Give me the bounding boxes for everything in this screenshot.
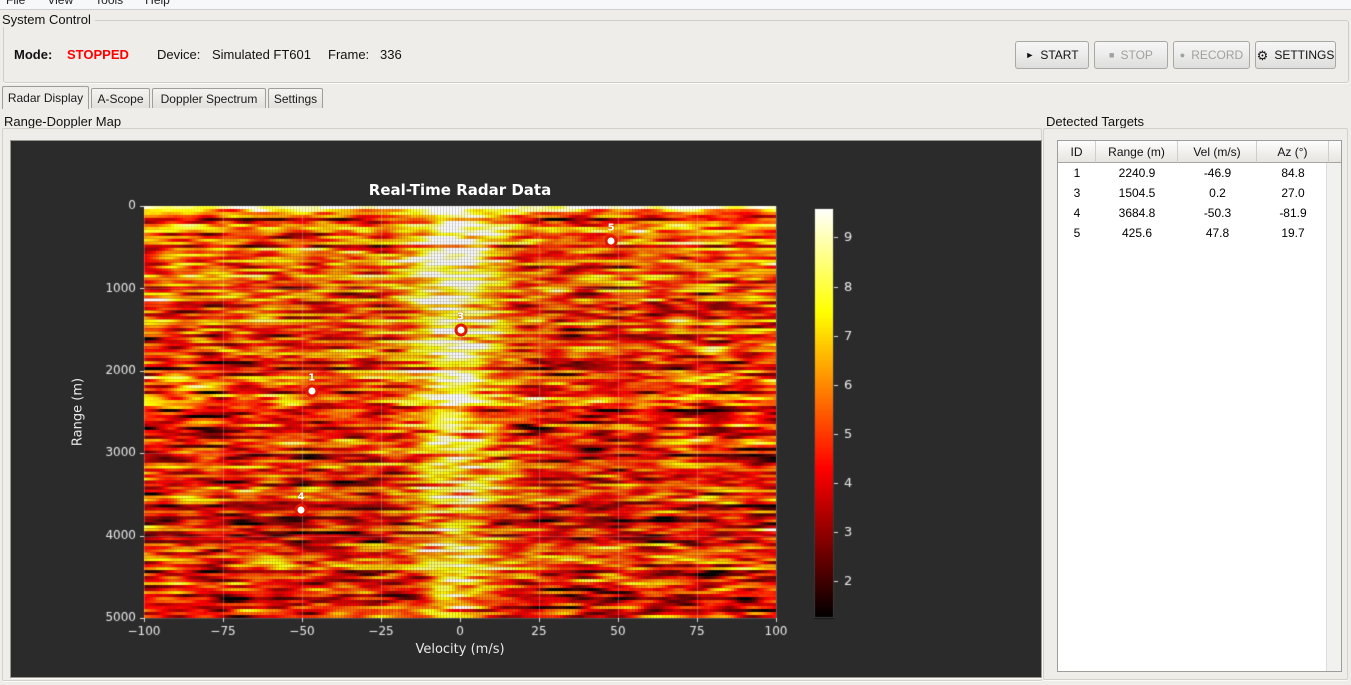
tab-doppler-spectrum[interactable]: Doppler Spectrum (152, 88, 266, 108)
plot-title: Real-Time Radar Data (368, 181, 552, 199)
table-cell[interactable]: 1504.5 (1096, 183, 1178, 203)
record-button[interactable]: ● RECORD (1173, 41, 1250, 69)
table-cell[interactable]: -50.3 (1178, 203, 1257, 223)
plot-y-axis-label: Range (m) (70, 377, 86, 447)
table-row[interactable]: 5 425.6 47.8 19.7 (1058, 223, 1341, 243)
gear-icon: ⚙ (1256, 47, 1269, 63)
column-header-stub (1329, 141, 1341, 163)
table-scrollbar[interactable] (1326, 163, 1341, 671)
target-marker: 1 (305, 372, 319, 398)
menu-file[interactable]: File (6, 0, 25, 8)
table-cell[interactable]: 4 (1058, 203, 1096, 223)
table-cell[interactable]: 3684.8 (1096, 203, 1178, 223)
range-doppler-heatmap (11, 141, 1041, 677)
frame-label: Frame: (328, 47, 370, 62)
system-control-title: System Control (1, 12, 95, 27)
column-header-vel[interactable]: Vel (m/s) (1178, 141, 1257, 163)
target-marker: 5 (604, 223, 618, 248)
start-button-label: START (1040, 48, 1079, 62)
range-doppler-map-label: Range-Doppler Map (4, 114, 122, 129)
device-value: Simulated FT601 (212, 47, 311, 62)
column-header-range[interactable]: Range (m) (1096, 141, 1178, 163)
table-cell[interactable]: 425.6 (1096, 223, 1178, 243)
table-cell[interactable]: 27.0 (1257, 183, 1329, 203)
settings-button-label: SETTINGS (1274, 48, 1335, 62)
targets-table-body: 1 2240.9 -46.9 84.8 3 1504.5 0.2 27.0 4 3684.8 -50… (1058, 163, 1341, 243)
stop-button[interactable]: ■ STOP (1094, 41, 1168, 69)
target-marker-label: 1 (308, 372, 316, 384)
table-cell[interactable]: 84.8 (1257, 163, 1329, 183)
menu-tools[interactable]: Tools (95, 0, 123, 8)
device-label: Device: (157, 47, 201, 62)
menu-help[interactable]: Help (145, 0, 170, 8)
target-marker-label: 4 (297, 491, 305, 503)
table-cell[interactable]: 2240.9 (1096, 163, 1178, 183)
table-cell[interactable]: 19.7 (1257, 223, 1329, 243)
menu-bar: File View Tools Help (0, 0, 1351, 10)
settings-button[interactable]: ⚙ SETTINGS (1255, 41, 1336, 69)
table-cell[interactable]: 3 (1058, 183, 1096, 203)
mode-value: STOPPED (67, 47, 129, 62)
target-marker-label: 5 (607, 222, 615, 234)
plot-x-axis-label: Velocity (m/s) (415, 642, 505, 657)
target-marker: 3 (454, 311, 468, 337)
target-marker: 4 (294, 491, 308, 517)
table-row[interactable]: 1 2240.9 -46.9 84.8 (1058, 163, 1341, 183)
tab-a-scope[interactable]: A-Scope (91, 88, 150, 108)
menu-view[interactable]: View (47, 0, 73, 8)
targets-table: ID Range (m) Vel (m/s) Az (°) 1 2240.9 -46… (1057, 140, 1342, 672)
tab-settings[interactable]: Settings (268, 88, 323, 108)
table-row[interactable]: 3 1504.5 0.2 27.0 (1058, 183, 1341, 203)
detected-targets-label: Detected Targets (1046, 114, 1145, 129)
table-cell[interactable]: -46.9 (1178, 163, 1257, 183)
start-button[interactable]: ► START (1015, 41, 1089, 69)
table-cell[interactable]: 47.8 (1178, 223, 1257, 243)
stop-button-label: STOP (1120, 48, 1153, 62)
column-header-id[interactable]: ID (1058, 141, 1096, 163)
targets-table-header: ID Range (m) Vel (m/s) Az (°) (1058, 141, 1341, 163)
record-button-label: RECORD (1191, 48, 1244, 62)
frame-value: 336 (380, 47, 402, 62)
radar-plot-panel: Real-Time Radar Data Velocity (m/s) Rang… (10, 140, 1042, 678)
mode-label: Mode: (14, 47, 53, 62)
tab-radar-display[interactable]: Radar Display (2, 86, 89, 109)
play-icon: ► (1025, 49, 1035, 60)
table-cell[interactable]: 5 (1058, 223, 1096, 243)
table-cell[interactable]: 0.2 (1178, 183, 1257, 203)
table-row[interactable]: 4 3684.8 -50.3 -81.9 (1058, 203, 1341, 223)
stop-icon: ■ (1109, 49, 1115, 60)
column-header-az[interactable]: Az (°) (1257, 141, 1329, 163)
record-icon: ● (1179, 49, 1186, 60)
table-cell[interactable]: -81.9 (1257, 203, 1329, 223)
radar-app-window: File View Tools Help System Control Mode… (0, 0, 1351, 685)
target-marker-label: 3 (457, 311, 465, 323)
table-cell[interactable]: 1 (1058, 163, 1096, 183)
